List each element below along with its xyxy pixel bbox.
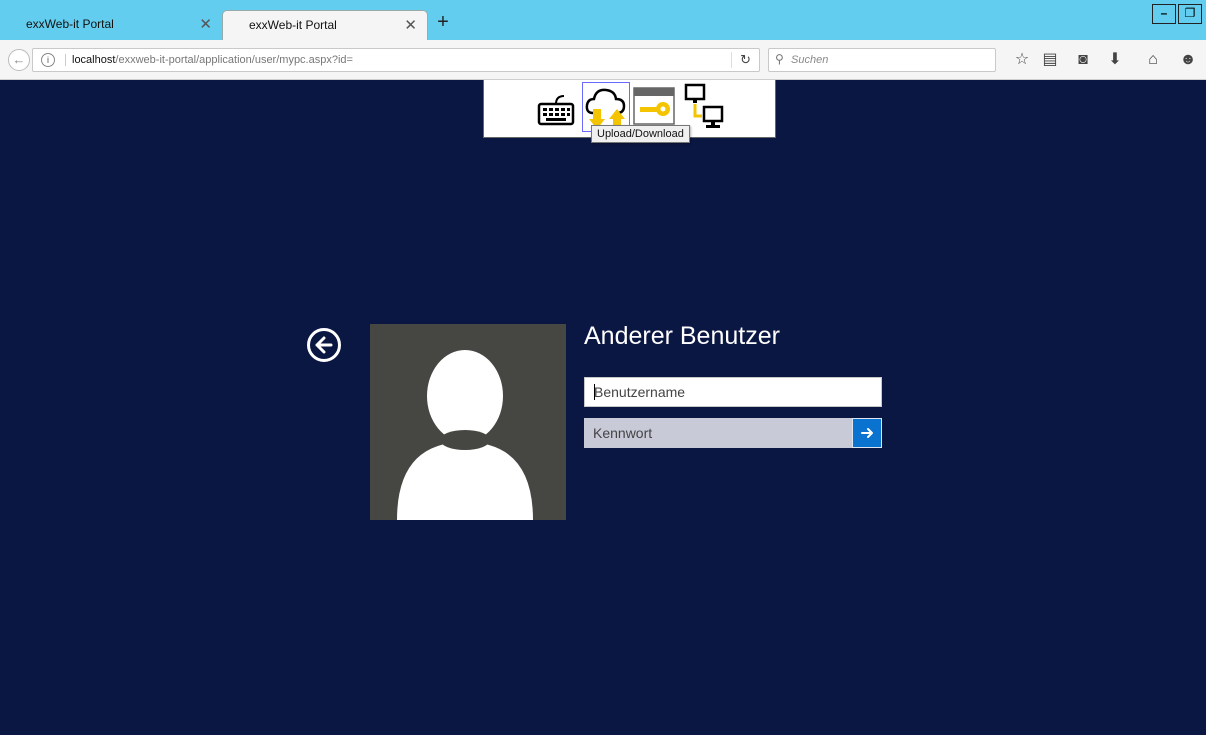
search-input[interactable]: ⚲ Suchen (768, 48, 996, 72)
password-placeholder: Kennwort (593, 425, 653, 441)
submit-button[interactable] (852, 418, 882, 448)
home-icon[interactable]: ⌂ (1143, 50, 1163, 70)
username-field[interactable]: Benutzername (584, 377, 882, 407)
url-bar[interactable]: i localhost/exxweb-it-portal/application… (32, 48, 760, 72)
url-host: localhost (72, 54, 116, 66)
url-text: localhost/exxweb-it-portal/application/u… (65, 54, 353, 66)
browser-tab-active[interactable]: exxWeb-it Portal ✕ (222, 10, 428, 40)
close-tab-icon[interactable]: ✕ (404, 16, 417, 34)
tooltip: Upload/Download (591, 125, 690, 143)
password-field[interactable]: Kennwort (584, 418, 854, 448)
smiley-icon[interactable]: ☻ (1178, 50, 1198, 70)
navigation-bar: ← i localhost/exxweb-it-portal/applicati… (0, 40, 1206, 80)
search-icon: ⚲ (775, 52, 784, 66)
url-path: /exxweb-it-portal/application/user/mypc.… (115, 54, 353, 66)
tab-title: exxWeb-it Portal (249, 18, 337, 32)
username-placeholder: Benutzername (594, 384, 686, 400)
back-button[interactable]: ← (8, 49, 30, 71)
minimize-button[interactable]: – (1152, 4, 1176, 24)
downloads-icon[interactable]: ⬇ (1105, 50, 1125, 70)
tab-strip: exxWeb-it Portal ✕ exxWeb-it Portal ✕ + … (0, 0, 1206, 40)
pocket-icon[interactable]: ◙ (1073, 50, 1093, 70)
reading-list-icon[interactable]: ▤ (1040, 50, 1060, 70)
back-arrow-icon[interactable] (307, 328, 341, 362)
info-icon[interactable]: i (41, 53, 55, 67)
reload-icon[interactable]: ↻ (731, 52, 751, 68)
keyboard-icon[interactable] (534, 82, 578, 132)
browser-tab[interactable]: exxWeb-it Portal ✕ (0, 10, 222, 40)
tab-title: exxWeb-it Portal (26, 17, 114, 31)
bookmark-star-icon[interactable]: ☆ (1012, 50, 1032, 70)
avatar (370, 324, 566, 520)
close-tab-icon[interactable]: ✕ (199, 15, 212, 33)
text-caret (594, 384, 595, 400)
search-placeholder: Suchen (791, 54, 829, 66)
user-title: Anderer Benutzer (584, 322, 780, 350)
new-tab-button[interactable]: + (432, 12, 454, 34)
arrow-right-icon (861, 428, 873, 438)
restore-button[interactable]: ❐ (1178, 4, 1202, 24)
